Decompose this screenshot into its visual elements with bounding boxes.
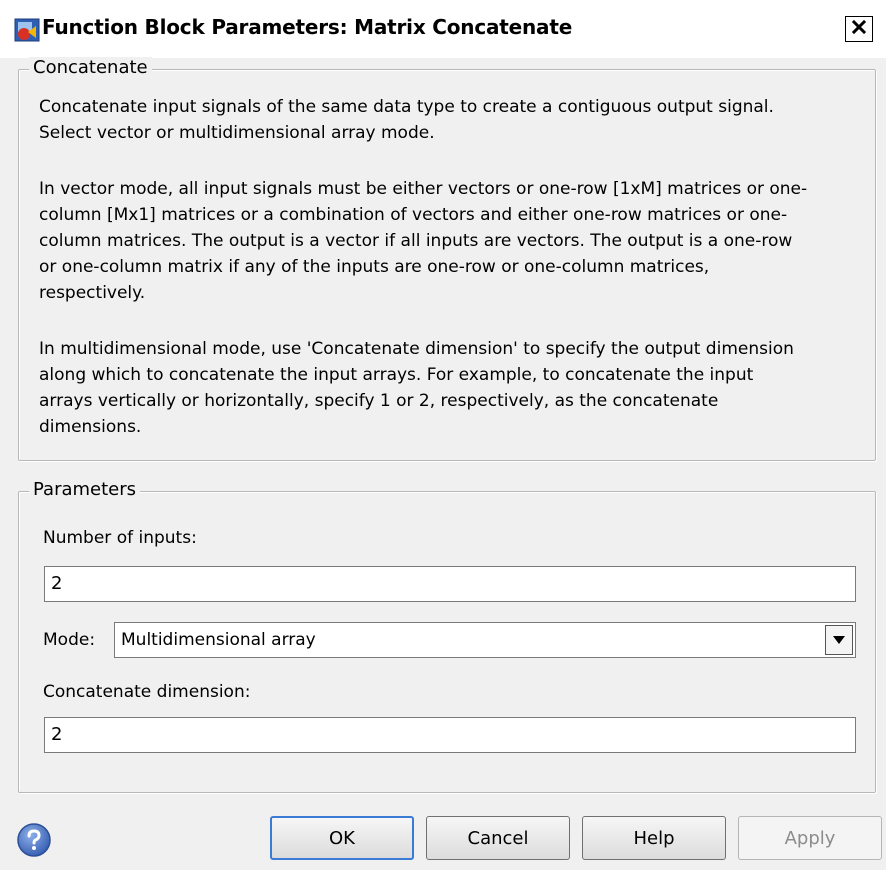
cancel-button[interactable]: Cancel xyxy=(426,816,570,860)
description-line: column [Mx1] matrices or a combination o… xyxy=(39,205,788,225)
description-line: respectively. xyxy=(39,283,146,303)
number-of-inputs-label: Number of inputs: xyxy=(43,528,197,548)
concatenate-dimension-field[interactable]: 2 xyxy=(44,717,856,753)
close-button[interactable] xyxy=(845,16,873,42)
description-line: dimensions. xyxy=(39,417,142,437)
description-paragraph-3: In multidimensional mode, use 'Concatena… xyxy=(39,336,819,440)
dialog-window: Function Block Parameters: Matrix Concat… xyxy=(0,0,886,870)
description-line: In multidimensional mode, use 'Concatena… xyxy=(39,339,794,359)
parameters-group: Parameters Number of inputs: 2 Mode: Mul… xyxy=(18,479,876,793)
mode-select[interactable]: Multidimensional array xyxy=(114,622,856,658)
number-of-inputs-field[interactable]: 2 xyxy=(44,566,856,602)
help-button[interactable]: Help xyxy=(582,816,726,860)
description-line: or one-column matrix if any of the input… xyxy=(39,257,710,277)
description-line: Concatenate input signals of the same da… xyxy=(39,97,774,117)
description-paragraph-1: Concatenate input signals of the same da… xyxy=(39,94,819,146)
ok-button[interactable]: OK xyxy=(270,816,414,860)
description-line: Select vector or multidimensional array … xyxy=(39,123,435,143)
window-title: Function Block Parameters: Matrix Concat… xyxy=(42,15,573,39)
concatenate-dimension-label: Concatenate dimension: xyxy=(43,682,251,702)
description-line: In vector mode, all input signals must b… xyxy=(39,179,808,199)
concatenate-group: Concatenate Concatenate input signals of… xyxy=(18,57,876,461)
chevron-down-icon[interactable] xyxy=(825,625,853,655)
concatenate-legend: Concatenate xyxy=(29,57,152,78)
help-icon[interactable] xyxy=(16,822,52,858)
description-line: along which to concatenate the input arr… xyxy=(39,365,754,385)
parameters-legend: Parameters xyxy=(29,479,141,500)
simulink-block-icon xyxy=(14,18,40,42)
description-line: column matrices. The output is a vector … xyxy=(39,231,793,251)
mode-label: Mode: xyxy=(43,630,96,650)
description-line: arrays vertically or horizontally, speci… xyxy=(39,391,719,411)
close-icon xyxy=(851,19,867,39)
mode-select-value: Multidimensional array xyxy=(121,630,316,650)
title-bar[interactable]: Function Block Parameters: Matrix Concat… xyxy=(0,0,886,58)
apply-button[interactable]: Apply xyxy=(738,816,882,860)
description-paragraph-2: In vector mode, all input signals must b… xyxy=(39,176,819,306)
